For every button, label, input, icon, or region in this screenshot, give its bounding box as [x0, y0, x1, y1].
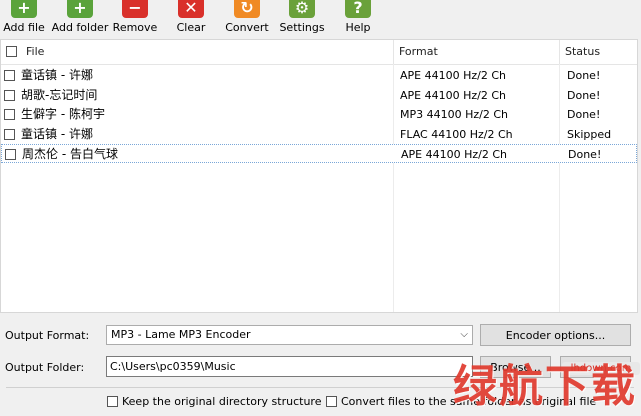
- clear-icon: ✕: [178, 0, 204, 18]
- toolbar-label: Help: [345, 21, 371, 34]
- row-format: APE 44100 Hz/2 Ch: [400, 88, 506, 102]
- add-folder-icon-glyph: +: [73, 0, 87, 17]
- toolbar-label: Remove: [112, 21, 158, 34]
- list-header: File Format Status: [1, 40, 637, 65]
- table-row[interactable]: 胡歌-忘记时间 APE 44100 Hz/2 Ch Done!: [1, 86, 637, 105]
- toolbar: + Add file + Add folder − Remove ✕ Clear ↻ Conver…: [0, 0, 641, 38]
- add-folder-icon: +: [67, 0, 93, 18]
- toolbar-button-remove[interactable]: − Remove: [105, 0, 165, 38]
- toolbar-button-settings[interactable]: ⚙ Settings: [272, 0, 332, 38]
- toolbar-button-help[interactable]: ? Help: [328, 0, 388, 38]
- row-status: Done!: [567, 88, 601, 102]
- output-format-value: MP3 - Lame MP3 Encoder: [111, 328, 251, 341]
- toolbar-label: Clear: [176, 21, 206, 34]
- help-icon: ?: [345, 0, 371, 18]
- keep-structure-label: Keep the original directory structure: [122, 394, 322, 408]
- convert-icon-glyph: ↻: [240, 0, 254, 17]
- table-row[interactable]: 周杰伦 - 告白气球 APE 44100 Hz/2 Ch Done!: [1, 144, 637, 163]
- table-row[interactable]: 童话镇 - 许娜 APE 44100 Hz/2 Ch Done!: [1, 66, 637, 85]
- row-file: 童话镇 - 许娜: [21, 126, 93, 141]
- output-folder-value: C:\Users\pc0359\Music: [110, 360, 236, 373]
- convert-icon: ↻: [234, 0, 260, 18]
- row-status: Done!: [567, 108, 601, 121]
- remove-icon: −: [122, 0, 148, 18]
- toolbar-button-convert[interactable]: ↻ Convert: [217, 0, 277, 38]
- output-folder-label: Output Folder:: [5, 361, 85, 374]
- row-format: MP3 44100 Hz/2 Ch: [400, 108, 509, 121]
- row-checkbox[interactable]: [4, 89, 15, 101]
- keep-structure-checkbox[interactable]: [107, 395, 118, 407]
- toolbar-button-clear[interactable]: ✕ Clear: [161, 0, 221, 38]
- row-file: 周杰伦 - 告白气球: [22, 147, 118, 161]
- row-checkbox[interactable]: [4, 70, 15, 81]
- output-format-select[interactable]: MP3 - Lame MP3 Encoder ⌵: [106, 325, 473, 345]
- chevron-down-icon[interactable]: ⌵: [460, 326, 468, 344]
- file-list[interactable]: File Format Status 童话镇 - 许娜 APE 44100 Hz/…: [0, 39, 638, 313]
- watermark-logo: 绿航下载: [453, 361, 637, 412]
- encoder-options-button[interactable]: Encoder options...: [480, 324, 631, 346]
- toolbar-button-add-folder[interactable]: + Add folder: [50, 0, 110, 38]
- table-row[interactable]: 童话镇 - 许娜 FLAC 44100 Hz/2 Ch Skipped: [1, 125, 637, 144]
- row-checkbox[interactable]: [4, 109, 15, 120]
- help-icon-glyph: ?: [353, 0, 363, 17]
- column-header-format[interactable]: Format: [399, 40, 438, 64]
- row-file: 生僻字 - 陈柯宇: [21, 107, 105, 121]
- column-header-status[interactable]: Status: [565, 40, 600, 64]
- row-format: APE 44100 Hz/2 Ch: [400, 69, 506, 82]
- settings-icon: ⚙: [289, 0, 315, 18]
- add-file-icon-glyph: +: [17, 0, 31, 17]
- select-all-checkbox[interactable]: [6, 46, 17, 57]
- clear-icon-glyph: ✕: [184, 0, 198, 17]
- remove-icon-glyph: −: [128, 0, 142, 17]
- row-checkbox[interactable]: [5, 149, 16, 160]
- toolbar-button-add-file[interactable]: + Add file: [0, 0, 54, 38]
- row-format: FLAC 44100 Hz/2 Ch: [400, 127, 513, 141]
- toolbar-label: Add file: [3, 21, 45, 34]
- column-header-file[interactable]: File: [26, 40, 44, 64]
- row-status: Skipped: [567, 127, 612, 141]
- row-file: 童话镇 - 许娜: [21, 68, 93, 82]
- same-folder-checkbox[interactable]: [326, 395, 337, 407]
- row-file: 胡歌-忘记时间: [21, 87, 98, 102]
- table-row[interactable]: 生僻字 - 陈柯宇 MP3 44100 Hz/2 Ch Done!: [1, 105, 637, 124]
- row-status: Done!: [568, 148, 602, 161]
- output-folder-input[interactable]: C:\Users\pc0359\Music: [106, 356, 473, 377]
- settings-icon-glyph: ⚙: [294, 0, 310, 17]
- row-format: APE 44100 Hz/2 Ch: [401, 148, 507, 161]
- toolbar-label: Convert: [225, 21, 269, 34]
- row-status: Done!: [567, 69, 601, 82]
- keep-structure-option[interactable]: Keep the original directory structure: [107, 394, 321, 408]
- toolbar-label: Settings: [279, 21, 325, 34]
- toolbar-label: Add folder: [51, 21, 109, 34]
- output-format-label: Output Format:: [5, 329, 90, 342]
- row-checkbox[interactable]: [4, 128, 15, 140]
- add-file-icon: +: [11, 0, 37, 18]
